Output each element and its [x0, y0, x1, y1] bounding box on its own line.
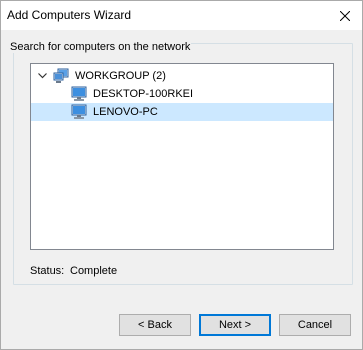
computer-icon: [71, 104, 87, 120]
tree-node-workgroup[interactable]: WORKGROUP (2): [31, 67, 333, 85]
close-icon: [340, 10, 350, 21]
add-computers-wizard-window: Add Computers Wizard Search for computer…: [0, 0, 363, 350]
tree-node-label: LENOVO-PC: [93, 106, 158, 118]
group-box-label: Search for computers on the network: [9, 41, 192, 53]
close-button[interactable]: [328, 1, 362, 30]
next-button[interactable]: Next >: [199, 314, 271, 336]
tree-node-label: DESKTOP-100RKEI: [93, 88, 194, 100]
window-title: Add Computers Wizard: [7, 8, 132, 22]
back-button[interactable]: < Back: [119, 314, 191, 336]
tree-node-computer[interactable]: DESKTOP-100RKEI: [31, 85, 333, 103]
tree-node-label: WORKGROUP (2): [75, 70, 166, 82]
title-bar: Add Computers Wizard: [1, 1, 362, 30]
network-workgroup-icon: [53, 68, 69, 84]
tree-node-computer[interactable]: LENOVO-PC: [31, 103, 333, 121]
cancel-button[interactable]: Cancel: [279, 314, 351, 336]
status-label: Status:: [30, 265, 65, 277]
chevron-down-icon[interactable]: [37, 71, 47, 81]
computer-icon: [71, 86, 87, 102]
network-tree-view[interactable]: WORKGROUP (2) DESKTOP-100RKEI LENOVO-PC: [30, 63, 334, 250]
status-value: Complete: [70, 265, 118, 277]
